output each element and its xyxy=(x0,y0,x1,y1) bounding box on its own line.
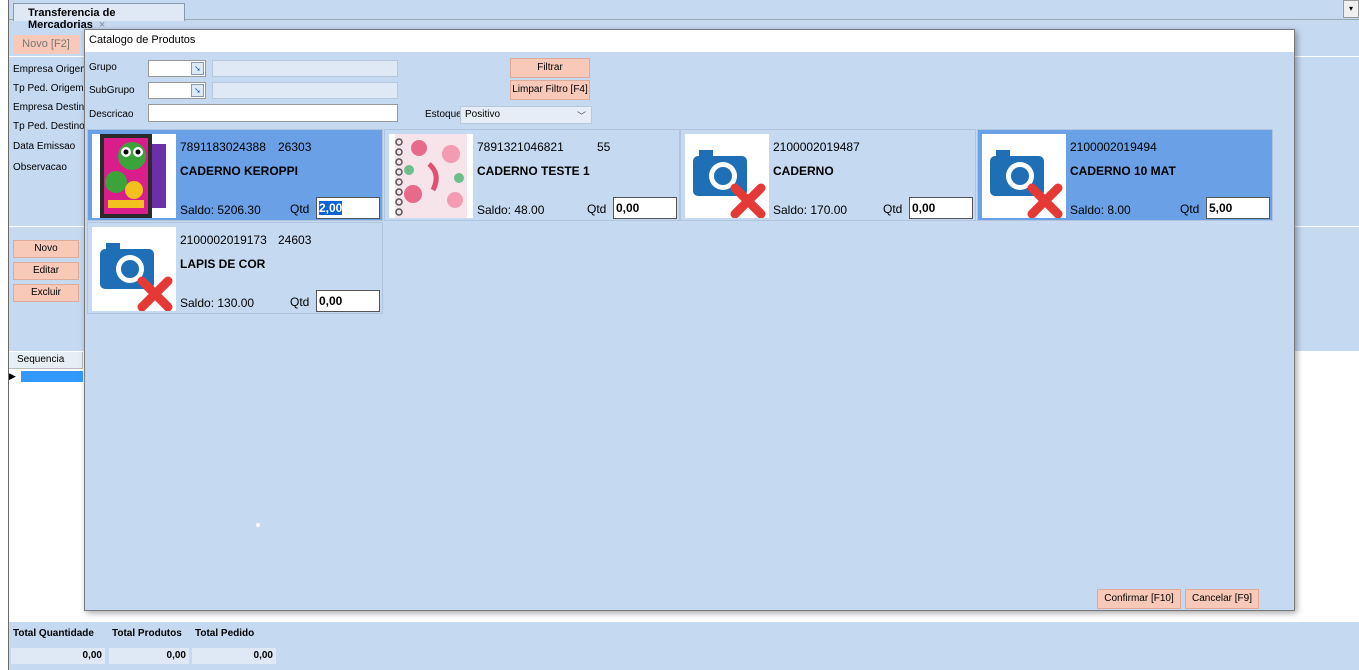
qtd-label: Qtd xyxy=(290,202,310,216)
descricao-label: Descricao xyxy=(89,109,134,120)
floral-notebook-image xyxy=(389,134,473,218)
total-produtos-value: 0,00 xyxy=(109,648,189,664)
tab-transferencia[interactable]: Transferencia de Mercadorias × xyxy=(13,3,185,31)
empresa-origem-label: Empresa Origem xyxy=(13,64,89,75)
data-emissao-label: Data Emissao xyxy=(13,141,76,152)
catalogo-produtos-dialog: Catalogo de Produtos Grupo ➘ SubGrupo ➘ … xyxy=(84,29,1295,611)
product-name: CADERNO TESTE 1 xyxy=(477,164,590,178)
totals-panel: Total Quantidade Total Produtos Total Pe… xyxy=(9,622,1359,670)
product-barcode: 7891183024388 xyxy=(180,140,266,154)
descricao-input[interactable] xyxy=(148,104,398,122)
product-card[interactable]: 2100002019173 24603 LAPIS DE COR Saldo: … xyxy=(87,222,383,314)
lookup-icon[interactable]: ➘ xyxy=(191,84,204,97)
estoque-label: Estoque xyxy=(425,109,462,120)
grid-row-selected[interactable] xyxy=(21,371,83,382)
tp-ped-origem-label: Tp Ped. Origem xyxy=(13,83,84,94)
qtd-label: Qtd xyxy=(587,202,607,216)
qtd-input[interactable]: 0,00 xyxy=(909,197,973,219)
decorative-dot xyxy=(256,523,260,527)
no-image-camera-icon xyxy=(982,134,1066,218)
no-image-camera-icon xyxy=(92,227,176,311)
total-quantidade-value: 0,00 xyxy=(11,648,105,664)
tab-strip: Transferencia de Mercadorias × ▾ xyxy=(9,0,1359,31)
product-name: CADERNO xyxy=(773,164,834,178)
product-card[interactable]: 7891321046821 55 CADERNO TESTE 1 Saldo: … xyxy=(384,129,680,221)
grupo-description xyxy=(212,60,398,77)
product-ref: 26303 xyxy=(278,140,312,154)
product-barcode: 2100002019487 xyxy=(773,140,860,154)
total-pedido-label: Total Pedido xyxy=(195,628,255,639)
lookup-icon[interactable]: ➘ xyxy=(191,62,204,75)
novo-f2-button[interactable]: Novo [F2] xyxy=(13,35,79,54)
qtd-input[interactable]: 0,00 xyxy=(316,290,380,312)
observacao-label: Observacao xyxy=(13,162,67,173)
qtd-label: Qtd xyxy=(883,202,903,216)
product-name: CADERNO KEROPPI xyxy=(180,164,299,178)
qtd-input[interactable]: 2,00 xyxy=(316,197,380,219)
qtd-label: Qtd xyxy=(290,295,310,309)
grid-header-sequencia[interactable]: Sequencia xyxy=(9,352,83,369)
no-image-camera-icon xyxy=(685,134,769,218)
row-indicator-icon: ▶ xyxy=(9,370,21,382)
product-barcode: 2100002019494 xyxy=(1070,140,1157,154)
product-saldo: Saldo: 48.00 xyxy=(477,203,545,217)
editar-button[interactable]: Editar xyxy=(13,262,79,280)
tp-ped-destino-label: Tp Ped. Destino xyxy=(13,121,85,132)
product-saldo: Saldo: 130.00 xyxy=(180,296,255,310)
product-saldo: Saldo: 5206.30 xyxy=(180,203,261,217)
estoque-select[interactable]: Positivo ﹀ xyxy=(460,106,592,124)
total-pedido-value: 0,00 xyxy=(192,648,276,664)
grupo-label: Grupo xyxy=(89,62,117,73)
total-produtos-label: Total Produtos xyxy=(112,628,182,639)
product-saldo: Saldo: 8.00 xyxy=(1070,203,1131,217)
product-saldo: Saldo: 170.00 xyxy=(773,203,848,217)
product-barcode: 2100002019173 xyxy=(180,233,267,247)
total-quantidade-label: Total Quantidade xyxy=(13,628,94,639)
product-name: LAPIS DE COR xyxy=(180,257,266,271)
empresa-destino-label: Empresa Destino xyxy=(13,102,90,113)
confirmar-button[interactable]: Confirmar [F10] xyxy=(1097,589,1181,609)
subgrupo-combo[interactable]: ➘ xyxy=(148,82,206,99)
limpar-filtro-button[interactable]: Limpar Filtro [F4] xyxy=(510,80,590,100)
keroppi-notebook-image xyxy=(92,134,176,218)
qtd-input[interactable]: 0,00 xyxy=(613,197,677,219)
novo-button[interactable]: Novo xyxy=(13,240,79,258)
product-barcode: 7891321046821 xyxy=(477,140,564,154)
qtd-input[interactable]: 5,00 xyxy=(1206,197,1270,219)
product-ref: 24603 xyxy=(278,233,312,247)
cancelar-button[interactable]: Cancelar [F9] xyxy=(1185,589,1259,609)
grupo-combo[interactable]: ➘ xyxy=(148,60,206,77)
tab-menu-chevron-icon[interactable]: ▾ xyxy=(1343,0,1359,18)
subgrupo-label: SubGrupo xyxy=(89,85,135,96)
estoque-value: Positivo xyxy=(465,109,501,120)
product-name: CADERNO 10 MAT xyxy=(1070,164,1176,178)
product-card[interactable]: 7891183024388 26303 CADERNO KEROPPI Sald… xyxy=(87,129,383,221)
product-card[interactable]: 2100002019487 CADERNO Saldo: 170.00 Qtd … xyxy=(680,129,976,221)
product-card[interactable]: 2100002019494 CADERNO 10 MAT Saldo: 8.00… xyxy=(977,129,1273,221)
excluir-button[interactable]: Excluir xyxy=(13,284,79,302)
chevron-down-icon: ﹀ xyxy=(576,111,586,121)
qtd-label: Qtd xyxy=(1180,202,1200,216)
subgrupo-description xyxy=(212,82,398,99)
filtrar-button[interactable]: Filtrar xyxy=(510,58,590,78)
product-ref: 55 xyxy=(597,140,611,154)
dialog-title: Catalogo de Produtos xyxy=(85,30,1294,52)
